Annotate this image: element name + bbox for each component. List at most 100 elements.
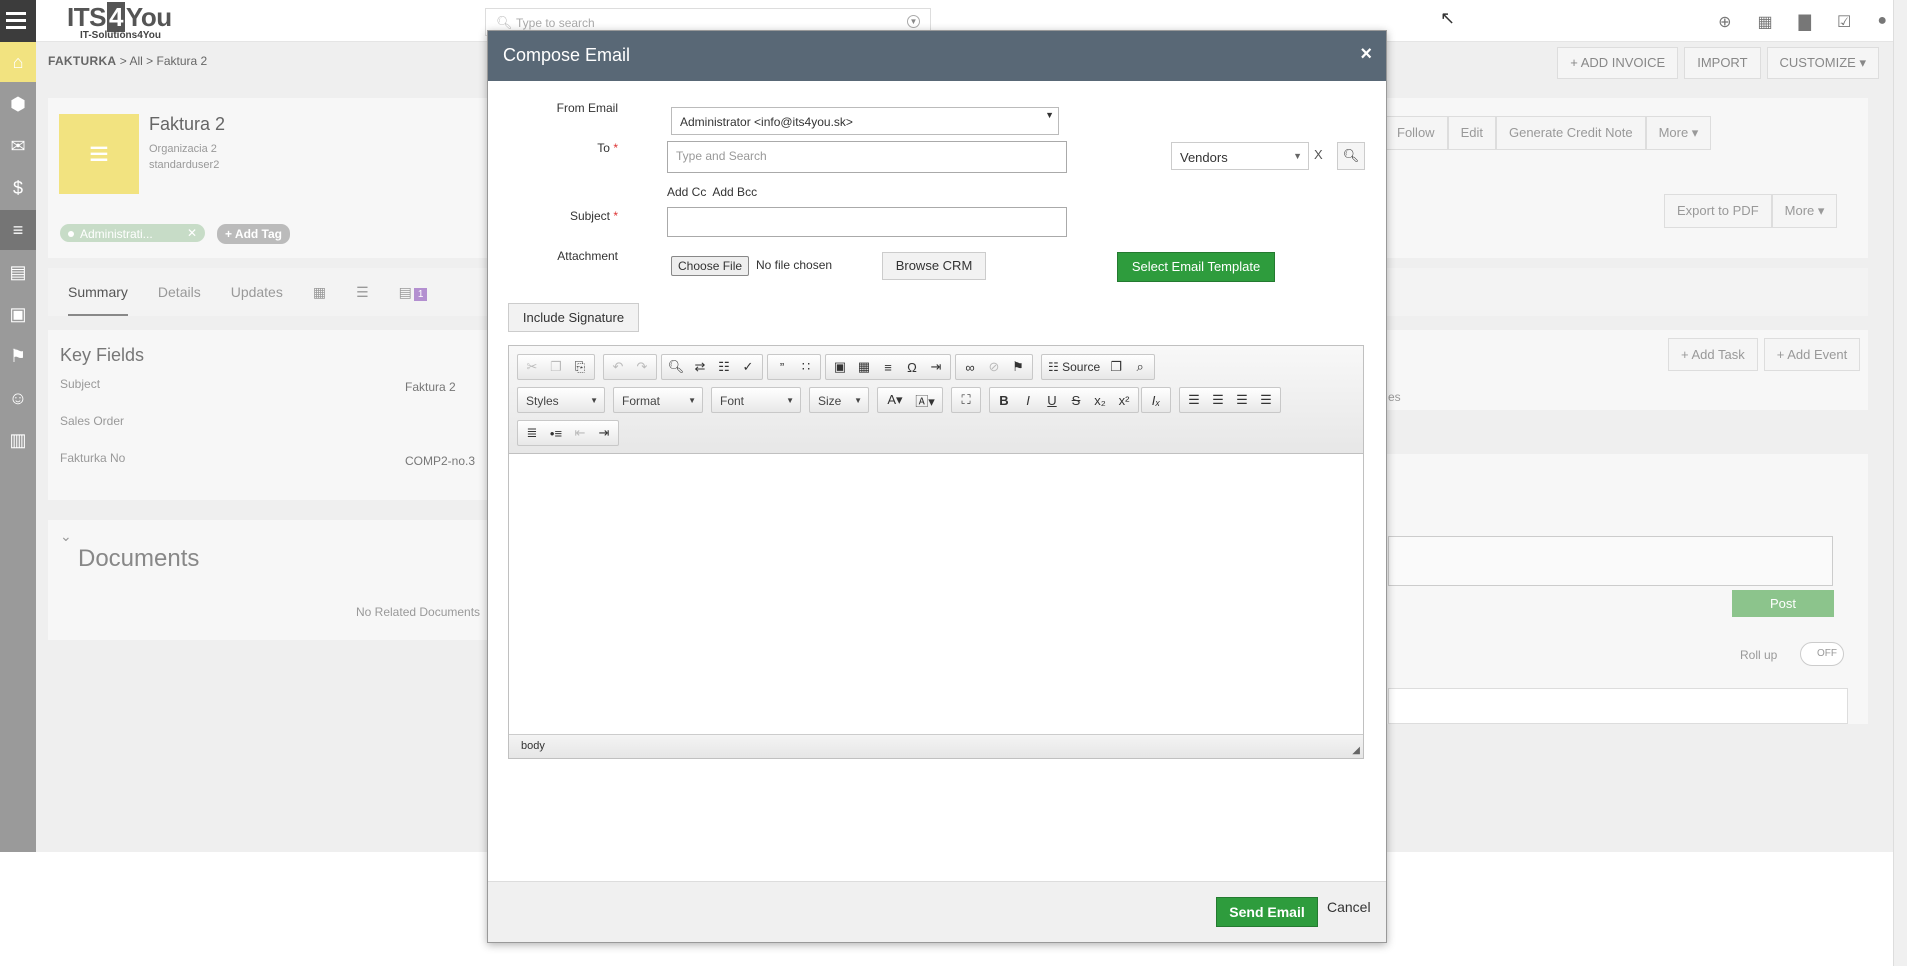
italic-icon[interactable]: I: [1016, 389, 1040, 411]
text-color-icon[interactable]: A▾: [880, 389, 910, 411]
bold-icon[interactable]: B: [992, 389, 1016, 411]
add-event-button[interactable]: + Add Event: [1763, 338, 1861, 371]
logo[interactable]: ITS 4 You: [67, 2, 172, 33]
add-bcc-link[interactable]: Add Bcc: [712, 185, 757, 199]
underline-icon[interactable]: U: [1040, 389, 1064, 411]
add-tag-button[interactable]: + Add Tag: [217, 224, 290, 244]
format-combo[interactable]: Format ▼: [613, 387, 703, 413]
to-input[interactable]: Type and Search: [667, 141, 1067, 173]
tab-related-icon[interactable]: ▤ 1: [399, 284, 428, 316]
more-button-2[interactable]: More ▾: [1771, 194, 1838, 228]
link-icon[interactable]: ∞: [958, 356, 982, 378]
redo-icon[interactable]: ↷: [630, 356, 654, 378]
div-container-icon[interactable]: ∷: [794, 356, 818, 378]
nav-marketing-icon[interactable]: ✉: [0, 126, 36, 166]
collapse-icon[interactable]: ⌄: [60, 528, 72, 545]
browse-crm-button[interactable]: Browse CRM: [882, 252, 986, 280]
clear-related-button[interactable]: X: [1314, 147, 1323, 162]
nav-invoice-icon[interactable]: ≡: [0, 210, 36, 250]
strikethrough-icon[interactable]: S: [1064, 389, 1088, 411]
choose-file-button[interactable]: Choose File: [671, 256, 750, 276]
anchor-icon[interactable]: ⚑: [1006, 356, 1030, 378]
select-email-template-button[interactable]: Select Email Template: [1117, 252, 1275, 282]
generate-credit-note-button[interactable]: Generate Credit Note: [1495, 116, 1646, 150]
tab-calendar-icon[interactable]: ▦: [313, 284, 326, 316]
add-icon[interactable]: ⊕: [1718, 12, 1731, 32]
subscript-icon[interactable]: x₂: [1088, 389, 1112, 411]
add-invoice-button[interactable]: + ADD INVOICE: [1557, 47, 1679, 79]
outdent-icon[interactable]: ⇤: [568, 422, 592, 444]
align-left-icon[interactable]: ☰: [1182, 389, 1206, 411]
rollup-toggle[interactable]: OFF: [1800, 642, 1844, 666]
maximize-icon[interactable]: ⛶: [954, 389, 978, 411]
special-char-icon[interactable]: Ω: [900, 356, 924, 378]
tab-updates[interactable]: Updates: [231, 284, 283, 316]
page-break-icon[interactable]: ⇥: [924, 356, 948, 378]
page-scrollbar[interactable]: [1893, 0, 1907, 966]
align-justify-icon[interactable]: ☰: [1254, 389, 1278, 411]
font-combo[interactable]: Font ▼: [711, 387, 801, 413]
find-icon[interactable]: 🔍︎: [664, 356, 688, 378]
remove-format-icon[interactable]: Iₓ: [1144, 389, 1168, 411]
add-cc-link[interactable]: Add Cc: [667, 185, 706, 199]
editor-body[interactable]: [509, 454, 1363, 734]
breadcrumb-all[interactable]: All: [129, 54, 142, 68]
field-value[interactable]: COMP2-no.3: [405, 454, 475, 468]
horizontal-line-icon[interactable]: ≡: [876, 356, 900, 378]
comment-input[interactable]: [1388, 536, 1833, 586]
nav-inventory-icon[interactable]: ▤: [0, 252, 36, 292]
chevron-down-icon[interactable]: ▼: [907, 15, 920, 28]
superscript-icon[interactable]: x²: [1112, 389, 1136, 411]
nav-projects-icon[interactable]: ▣: [0, 294, 36, 334]
background-color-icon[interactable]: 🄰︎▾: [910, 389, 940, 411]
calendar-icon[interactable]: ▦: [1758, 12, 1773, 32]
add-task-button[interactable]: + Add Task: [1668, 338, 1758, 371]
element-path[interactable]: body: [521, 740, 545, 752]
chart-icon[interactable]: ▇: [1799, 12, 1811, 32]
blockquote-icon[interactable]: ”: [770, 356, 794, 378]
tab-summary[interactable]: Summary: [68, 284, 128, 316]
styles-combo[interactable]: Styles ▼: [517, 387, 605, 413]
tab-documents-icon[interactable]: ☰: [356, 284, 369, 316]
nav-support-icon[interactable]: ⚑: [0, 336, 36, 376]
import-button[interactable]: IMPORT: [1684, 47, 1761, 79]
undo-icon[interactable]: ↶: [606, 356, 630, 378]
from-email-select[interactable]: Administrator <info@its4you.sk> ▼: [671, 107, 1059, 135]
cancel-link[interactable]: Cancel: [1327, 899, 1371, 915]
send-email-button[interactable]: Send Email: [1216, 897, 1318, 927]
bulleted-list-icon[interactable]: •≡: [544, 422, 568, 444]
include-signature-button[interactable]: Include Signature: [508, 303, 639, 332]
paste-icon[interactable]: ⎘: [568, 356, 592, 378]
size-combo[interactable]: Size ▼: [809, 387, 869, 413]
customize-button[interactable]: CUSTOMIZE ▾: [1766, 47, 1879, 79]
numbered-list-icon[interactable]: ≣: [520, 422, 544, 444]
resize-grip-icon[interactable]: ◢: [1352, 745, 1360, 756]
close-icon[interactable]: ×: [1360, 43, 1372, 66]
tag-chip[interactable]: Administrati... ✕: [60, 224, 205, 242]
more-button[interactable]: More ▾: [1645, 116, 1712, 150]
copy-icon[interactable]: ❐: [544, 356, 568, 378]
nav-organizations-icon[interactable]: ▥: [0, 420, 36, 460]
preview-icon[interactable]: ⌕: [1128, 356, 1152, 378]
align-right-icon[interactable]: ☰: [1230, 389, 1254, 411]
replace-icon[interactable]: ⇄: [688, 356, 712, 378]
unlink-icon[interactable]: ⊘: [982, 356, 1006, 378]
source-button[interactable]: ☷ Source: [1044, 356, 1104, 378]
tab-details[interactable]: Details: [158, 284, 201, 316]
align-center-icon[interactable]: ☰: [1206, 389, 1230, 411]
related-module-select[interactable]: Vendors ▼: [1171, 142, 1309, 170]
nav-home-icon[interactable]: ⌂: [0, 42, 36, 82]
spellcheck-icon[interactable]: ✓: [736, 356, 760, 378]
image-icon[interactable]: ▣: [828, 356, 852, 378]
subject-input[interactable]: [667, 207, 1067, 237]
post-button[interactable]: Post: [1732, 590, 1834, 617]
menu-icon[interactable]: [0, 0, 36, 42]
user-icon[interactable]: ●: [1877, 12, 1887, 32]
indent-icon[interactable]: ⇥: [592, 422, 616, 444]
templates-icon[interactable]: ❐: [1104, 356, 1128, 378]
nav-sales-icon[interactable]: $: [0, 168, 36, 208]
edit-button[interactable]: Edit: [1447, 116, 1496, 150]
nav-contacts-icon[interactable]: ☺: [0, 378, 36, 418]
select-all-icon[interactable]: ☷: [712, 356, 736, 378]
follow-button[interactable]: Follow: [1384, 116, 1448, 150]
